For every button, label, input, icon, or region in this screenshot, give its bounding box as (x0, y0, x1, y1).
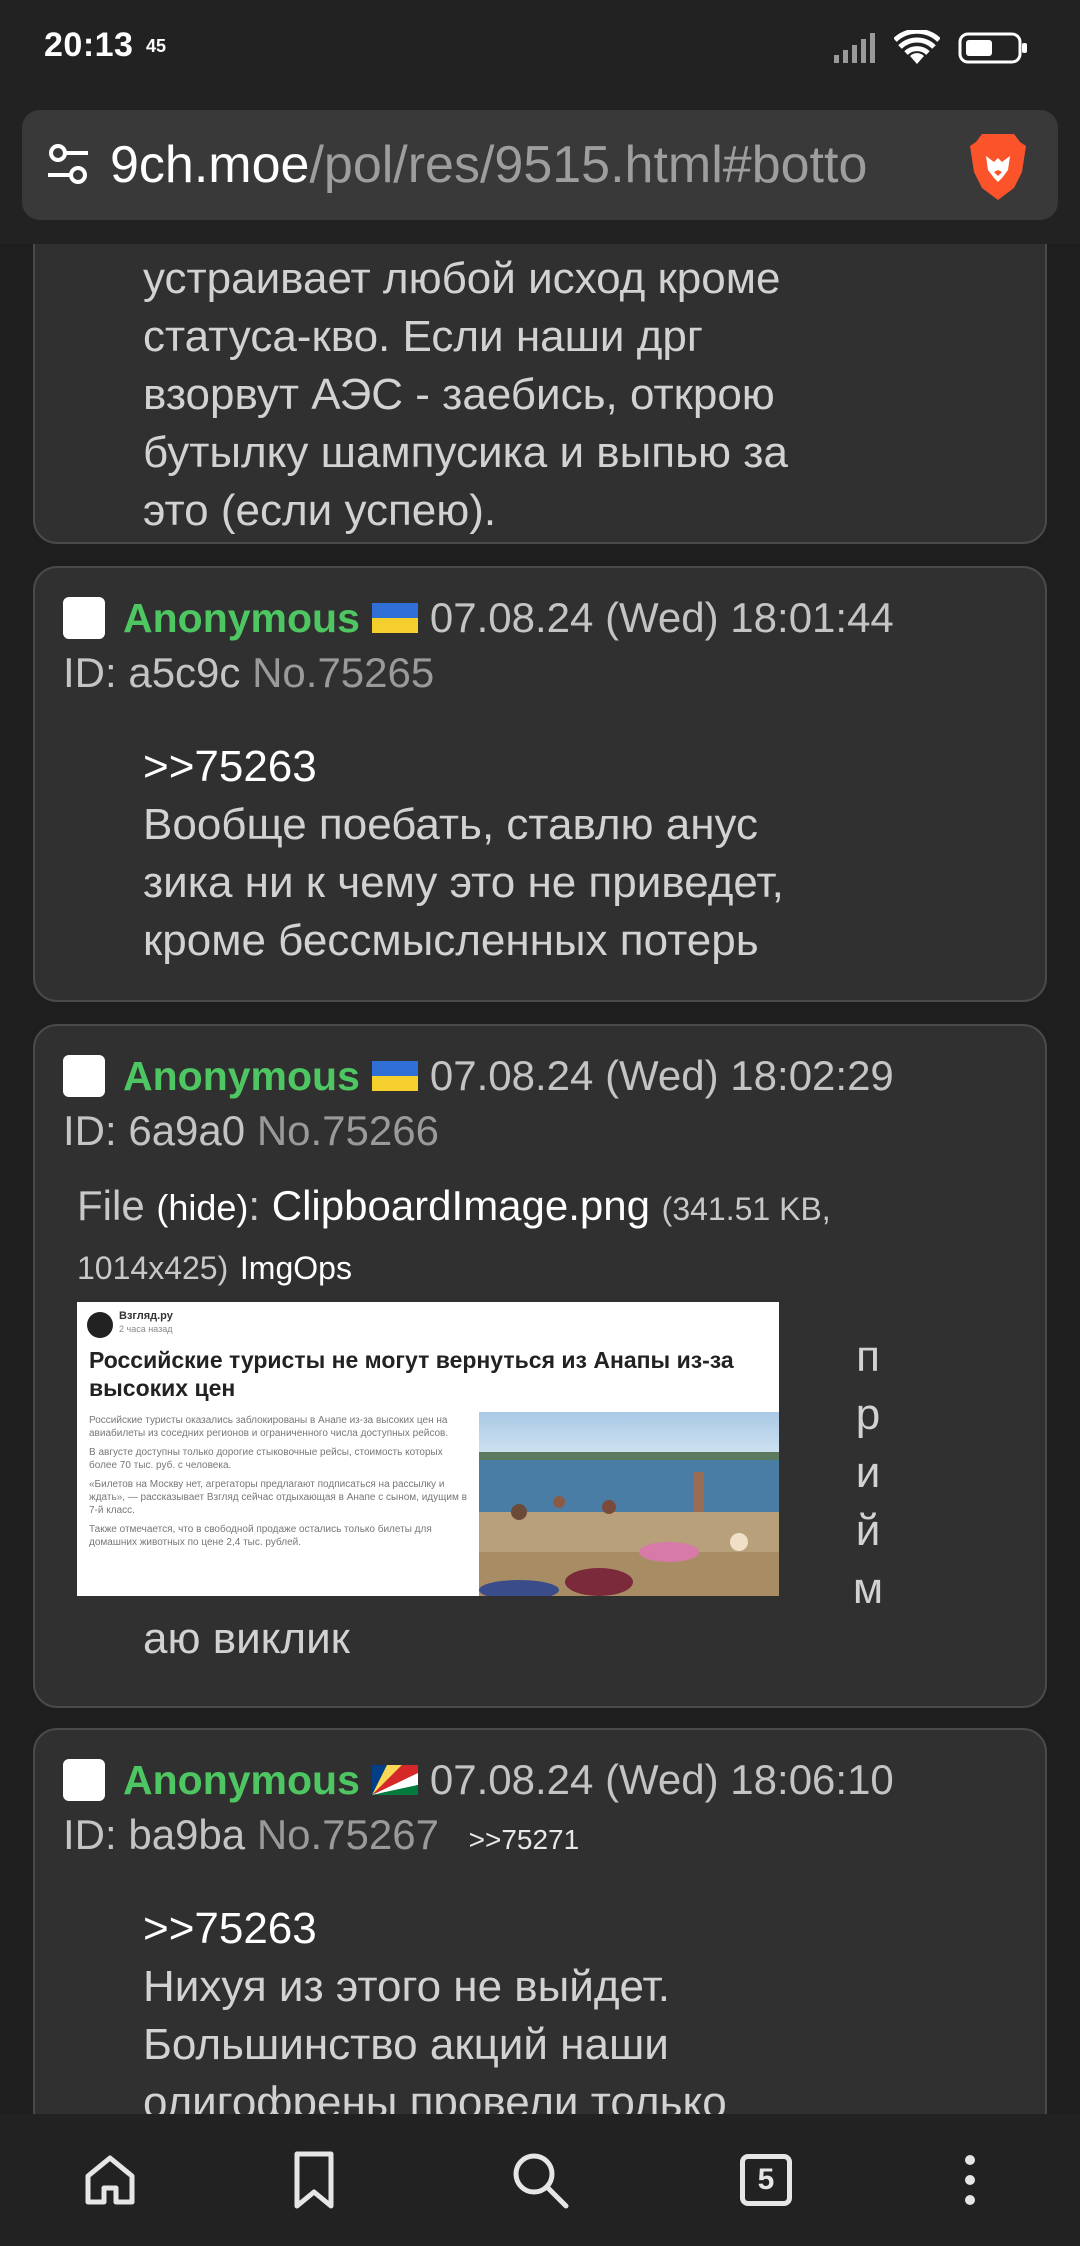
post-75265: Anonymous 07.08.24 (Wed) 18:01:44 ID: a5… (33, 566, 1047, 1002)
seychelles-flag-icon (371, 1765, 418, 1795)
bottom-navigation: 5 (0, 2114, 1080, 2246)
menu-button[interactable] (934, 2144, 1006, 2216)
clock-seconds: 45 (146, 36, 167, 56)
post-header: Anonymous 07.08.24 (Wed) 18:01:44 ID: a5… (63, 590, 1023, 700)
file-label: File (77, 1182, 145, 1229)
article-paragraph: Также отмечается, что в свободной продаж… (89, 1524, 432, 1548)
poster-name: Anonymous (123, 594, 360, 641)
imgops-link[interactable]: ImgOps (240, 1250, 352, 1286)
post-line: олигофрены провели только (143, 2078, 727, 2114)
post-checkbox[interactable] (63, 1759, 105, 1801)
post-line: бутылку шампусика и выпью за (143, 428, 788, 477)
poster-id: ID: a5c9c (63, 649, 241, 696)
source-name: Взгляд.ру (119, 1310, 173, 1322)
article-headline: Российские туристы не могут вернуться из… (89, 1347, 734, 1401)
post-line: статуса-кво. Если наши дрг (143, 312, 703, 361)
file-meta: (341.51 KB, (661, 1191, 831, 1227)
post-header: Anonymous 07.08.24 (Wed) 18:02:29 ID: 6a… (63, 1048, 1023, 1158)
quote-link[interactable]: >>75263 (143, 1900, 1023, 1958)
post-checkbox[interactable] (63, 597, 105, 639)
brave-shields-icon[interactable] (968, 132, 1028, 202)
post-date: 07.08.24 (Wed) 18:06:10 (429, 1756, 894, 1803)
tabs-icon: 5 (740, 2154, 792, 2206)
article-paragraph: Российские туристы оказались заблокирова… (89, 1415, 449, 1439)
quote-link[interactable]: >>75263 (143, 738, 1023, 796)
signal-icon (834, 33, 875, 63)
clock: 20:13 (44, 26, 134, 64)
post-char: р (855, 1390, 881, 1439)
post-date: 07.08.24 (Wed) 18:02:29 (429, 1052, 894, 1099)
post-line: кроме бессмысленных потерь (143, 916, 759, 965)
post-partial: устраивает любой исход кроме статуса-кво… (33, 244, 1047, 544)
status-bar: 20:13 45 (0, 0, 1080, 96)
hide-file-link[interactable]: (hide) (156, 1187, 248, 1228)
search-icon (513, 2153, 569, 2209)
vertical-text: п р и й м (843, 1328, 893, 1618)
home-button[interactable] (74, 2144, 146, 2216)
menu-icon (965, 2155, 975, 2205)
article-paragraph: В августе доступны только дорогие стыков… (89, 1447, 443, 1471)
battery-icon (958, 32, 1027, 64)
site-settings-icon[interactable] (46, 140, 90, 188)
wifi-icon (894, 30, 940, 64)
source-logo-icon (87, 1312, 113, 1338)
post-char: п (856, 1332, 880, 1381)
post-checkbox[interactable] (63, 1055, 105, 1097)
post-line: устраивает любой исход кроме (143, 254, 781, 303)
home-icon (85, 2155, 135, 2205)
post-header: Anonymous 07.08.24 (Wed) 18:06:10 ID: ba… (63, 1752, 1023, 1862)
source-time: 2 часа назад (119, 1324, 173, 1334)
post-line: Большинство акций наши (143, 2020, 669, 2069)
backlink[interactable]: >>75271 (469, 1824, 580, 1855)
tabs-button[interactable]: 5 (730, 2144, 802, 2216)
url-path: /pol/res/9515.html#botto (309, 136, 868, 194)
article-text: Российские туристы оказались заблокирова… (89, 1414, 471, 1549)
post-number-link[interactable]: No.75266 (257, 1107, 439, 1154)
post-char: й (855, 1506, 881, 1555)
post-75267: Anonymous 07.08.24 (Wed) 18:06:10 ID: ba… (33, 1728, 1047, 2114)
post-75266: Anonymous 07.08.24 (Wed) 18:02:29 ID: 6a… (33, 1024, 1047, 1708)
file-dimensions: 1014x425) (77, 1250, 229, 1286)
post-body: >>75263 Нихуя из этого не выйдет. Больши… (143, 1900, 1023, 2114)
post-line: аю виклик (143, 1614, 350, 1663)
post-image-thumbnail[interactable]: Взгляд.ру 2 часа назад Российские турист… (77, 1302, 779, 1596)
poster-id: ID: 6a9a0 (63, 1107, 246, 1154)
post-line: взорвут АЭС - заебись, открою (143, 370, 775, 419)
post-number-link[interactable]: No.75265 (252, 649, 434, 696)
browser-toolbar: 9ch.moe/pol/res/9515.html#botto (0, 96, 1080, 244)
post-body: аю виклик (143, 1610, 1023, 1668)
post-number-link[interactable]: No.75267 (257, 1811, 439, 1858)
poster-name: Anonymous (123, 1756, 360, 1803)
post-body: >>75263 Вообще поебать, ставлю анус зика… (143, 738, 1023, 970)
thread-content[interactable]: устраивает любой исход кроме статуса-кво… (0, 244, 1080, 2114)
beach-photo (479, 1412, 779, 1596)
ukraine-flag-icon (371, 1061, 418, 1091)
poster-id: ID: ba9ba (63, 1811, 246, 1858)
address-bar[interactable]: 9ch.moe/pol/res/9515.html#botto (22, 110, 1058, 220)
file-name-link[interactable]: ClipboardImage.png (272, 1182, 650, 1229)
ukraine-flag-icon (371, 603, 418, 633)
bookmarks-button[interactable] (278, 2144, 350, 2216)
post-line: зика ни к чему это не приведет, (143, 858, 784, 907)
bookmark-icon (294, 2151, 334, 2209)
file-colon: : (248, 1182, 261, 1229)
post-line: это (если успею). (143, 486, 497, 535)
post-body: устраивает любой исход кроме статуса-кво… (143, 250, 1023, 540)
post-line: Вообще поебать, ставлю анус (143, 800, 759, 849)
url-host: 9ch.moe (110, 136, 310, 194)
file-info: File (hide): ClipboardImage.png (341.51 … (77, 1174, 1007, 1292)
url-text[interactable]: 9ch.moe/pol/res/9515.html#botto (110, 132, 956, 198)
article-paragraph: «Билетов на Москву нет, агрегаторы предл… (89, 1479, 467, 1516)
search-button[interactable] (504, 2144, 576, 2216)
post-date: 07.08.24 (Wed) 18:01:44 (429, 594, 894, 641)
post-line: Нихуя из этого не выйдет. (143, 1962, 671, 2011)
poster-name: Anonymous (123, 1052, 360, 1099)
post-char: и (855, 1448, 881, 1497)
